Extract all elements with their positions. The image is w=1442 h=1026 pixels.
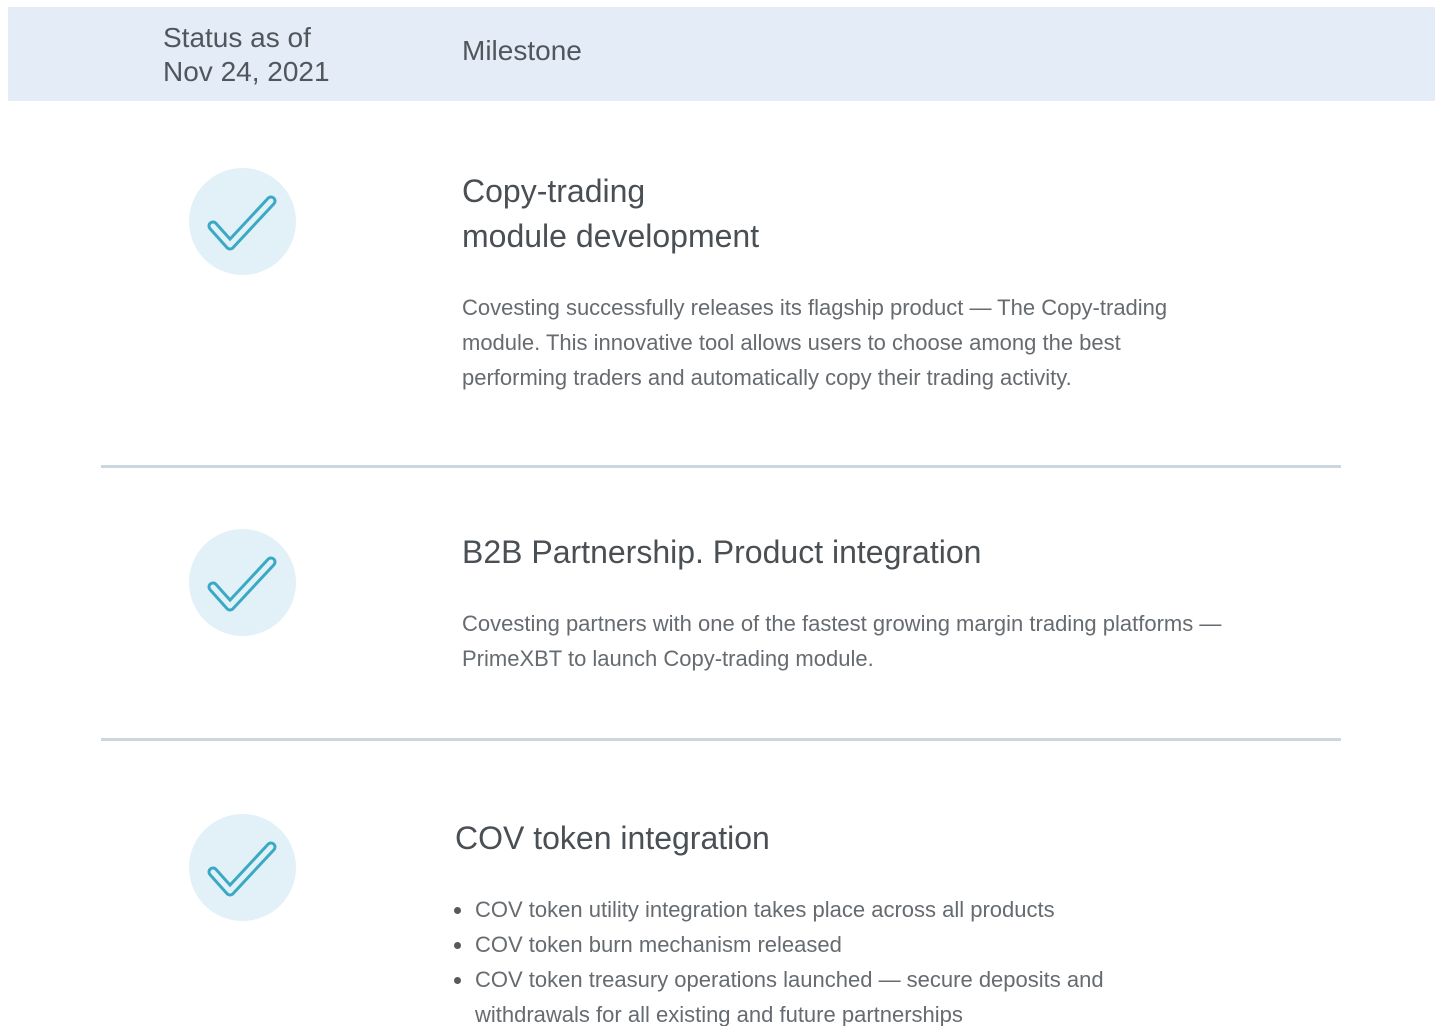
list-item: COV token utility integration takes plac… bbox=[454, 892, 1104, 927]
status-column-header: Status as of Nov 24, 2021 bbox=[163, 22, 330, 87]
milestone-title: Copy-trading module development bbox=[462, 173, 760, 254]
milestone-description: Covesting successfully releases its flag… bbox=[462, 295, 1168, 390]
row-divider bbox=[101, 738, 1341, 741]
row-divider bbox=[101, 465, 1341, 468]
milestone-column-header: Milestone bbox=[462, 35, 582, 66]
check-icon bbox=[207, 556, 277, 612]
status-check-badge bbox=[189, 168, 296, 275]
status-check-badge bbox=[189, 529, 296, 636]
milestone-title: B2B Partnership. Product integration bbox=[462, 534, 982, 570]
roadmap-page: Status as of Nov 24, 2021 Milestone Copy… bbox=[0, 0, 1442, 1026]
check-icon bbox=[207, 195, 277, 251]
milestone-bullet-list: COV token utility integration takes plac… bbox=[454, 892, 1104, 1026]
milestone-description: Covesting partners with one of the faste… bbox=[462, 611, 1222, 671]
check-icon bbox=[207, 841, 277, 897]
status-check-badge bbox=[189, 814, 296, 921]
table-header: Status as of Nov 24, 2021 Milestone bbox=[8, 7, 1435, 101]
milestone-title: COV token integration bbox=[455, 820, 770, 856]
list-item: COV token treasury operations launched —… bbox=[454, 962, 1104, 1026]
list-item: COV token burn mechanism released bbox=[454, 927, 1104, 962]
